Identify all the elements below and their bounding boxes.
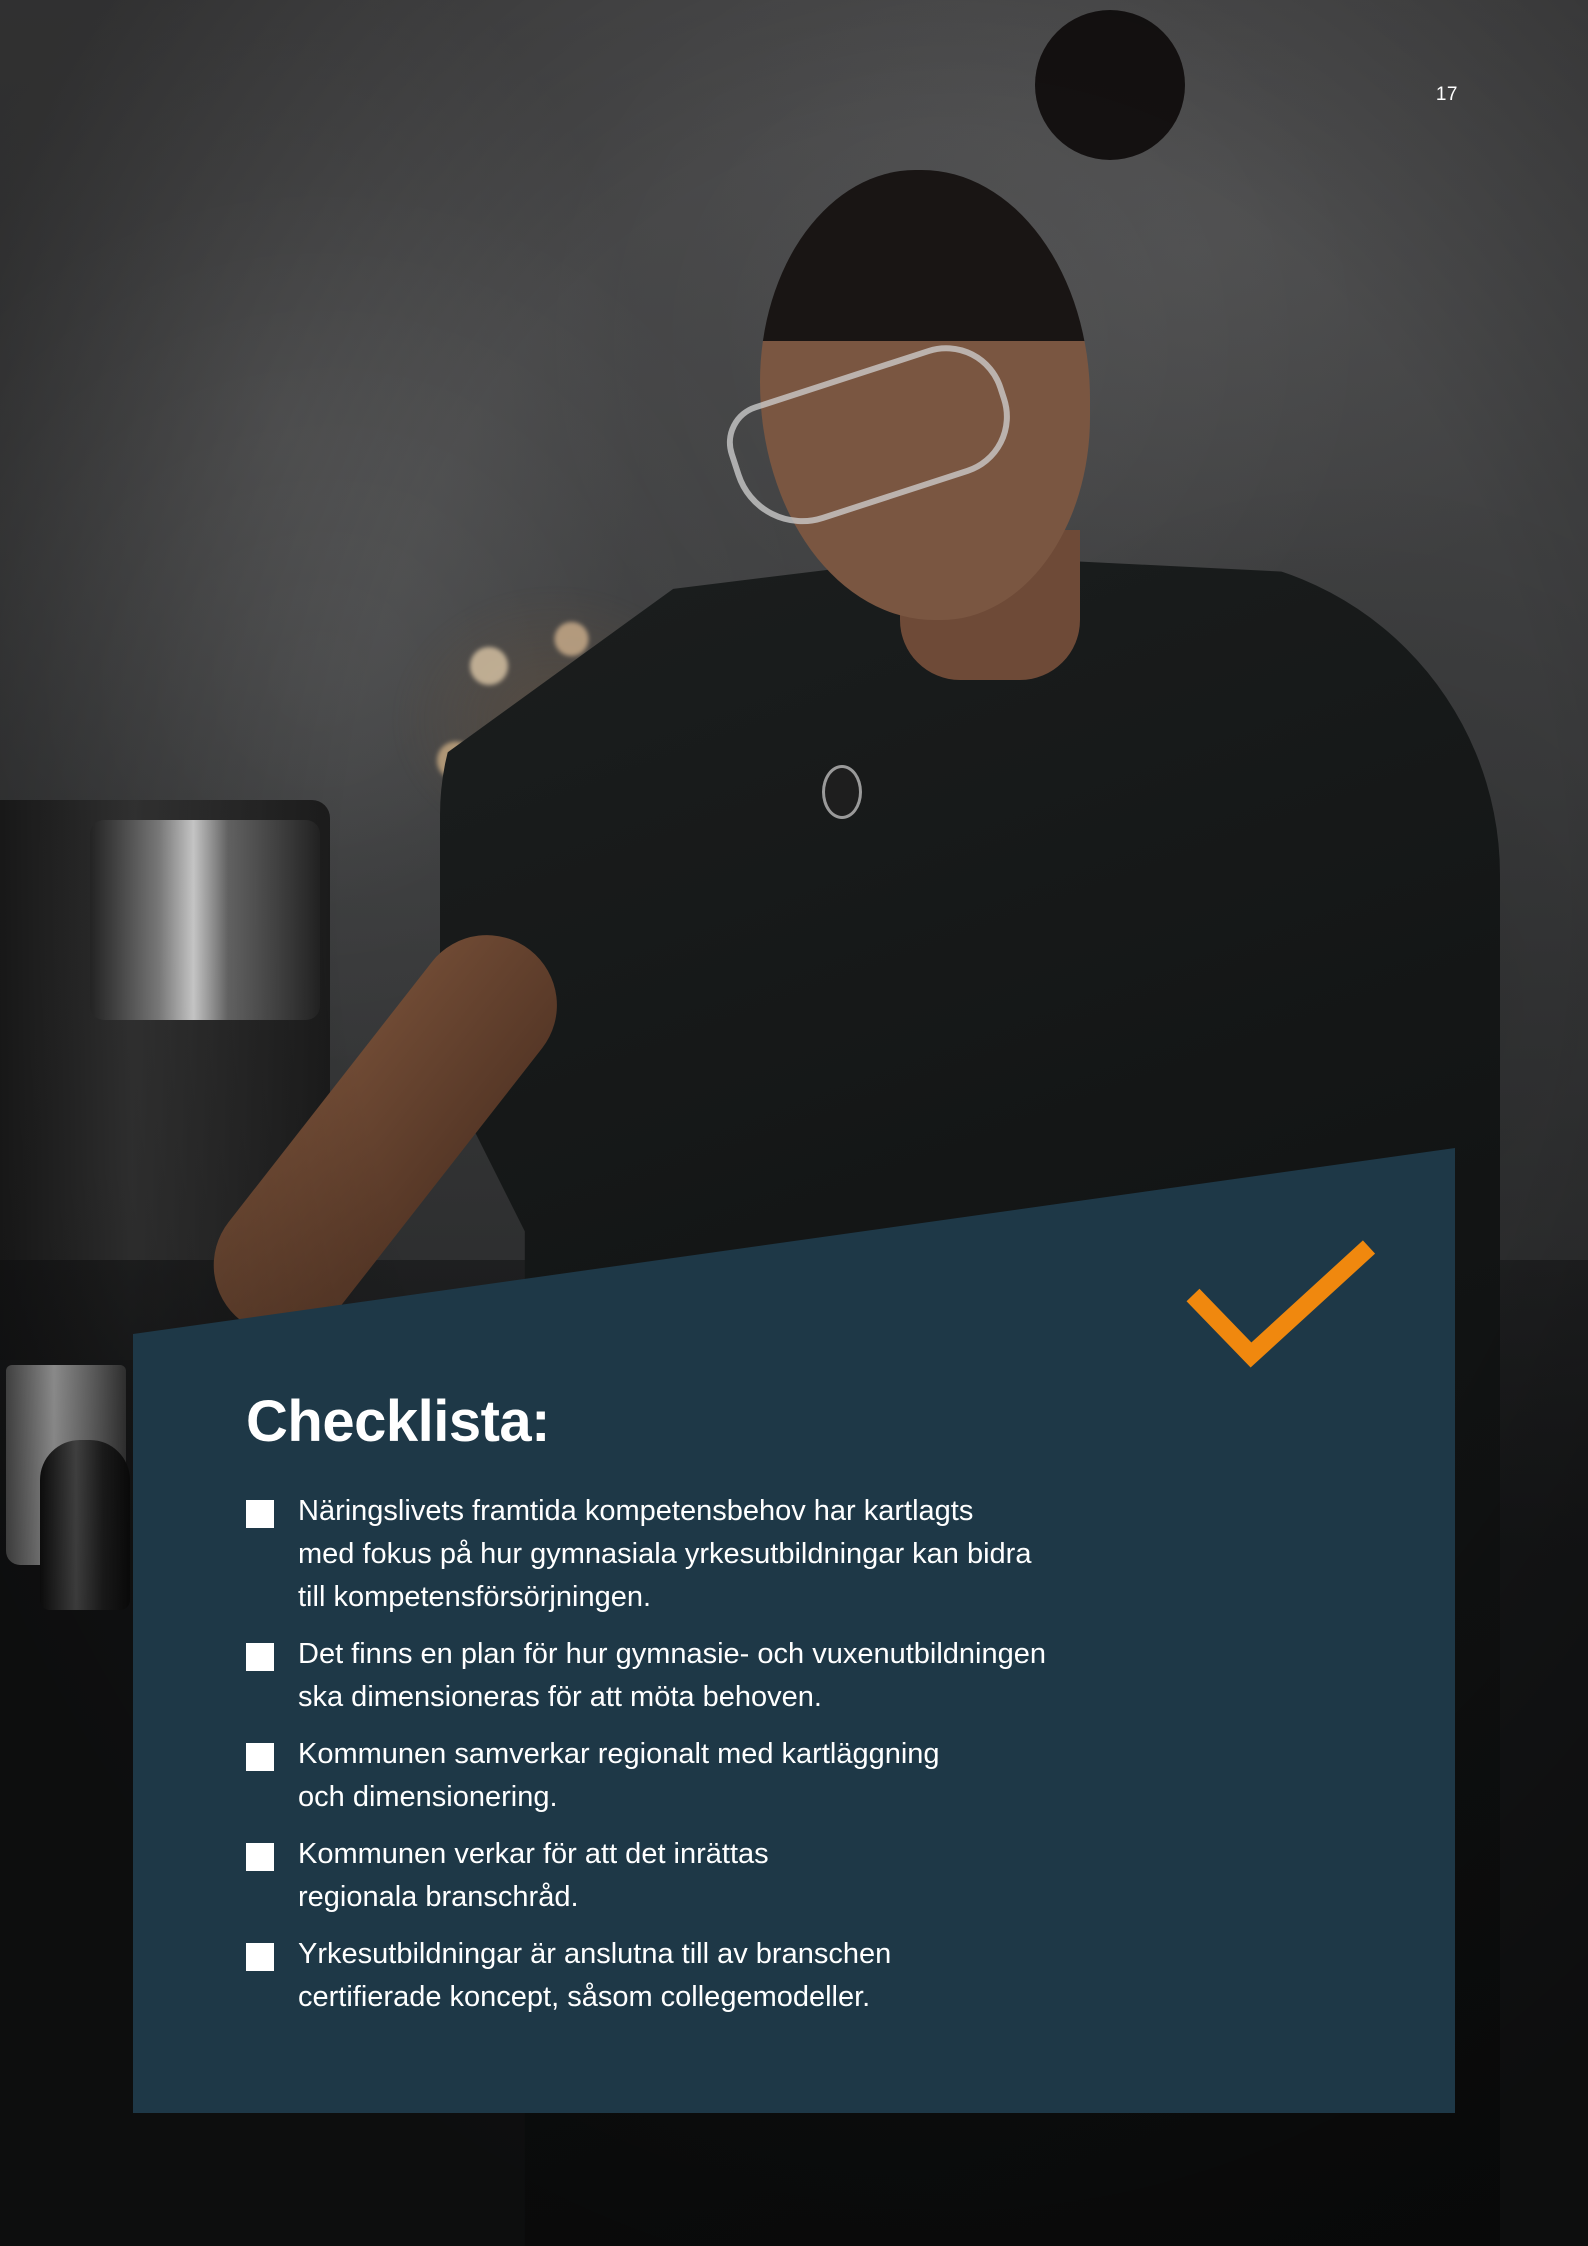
page-number: 17 (1435, 84, 1458, 105)
checklist-item-text: Kommunen samverkar regionalt med kartläg… (298, 1737, 940, 1813)
checklist: Näringslivets framtida kompetensbehov ha… (246, 1490, 1146, 2019)
checkbox-icon[interactable] (246, 1942, 274, 1971)
checklist-item-text: Det finns en plan för hur gymnasie- och … (298, 1637, 1047, 1713)
checklist-item-text: Yrkesutbildningar är anslutna till av br… (298, 1937, 892, 2013)
checkbox-icon[interactable] (246, 1642, 274, 1671)
checklist-title: Checklista: (246, 1389, 550, 1454)
checklist-item-text: Kommunen verkar för att det inrättas reg… (298, 1837, 769, 1913)
checklist-item: Yrkesutbildningar är anslutna till av br… (246, 1933, 1146, 2019)
checkmark-icon (1186, 1240, 1376, 1368)
checklist-content: Checklista: Näringslivets framtida kompe… (246, 1390, 1146, 2033)
checklist-item-text: Näringslivets framtida kompetensbehov ha… (298, 1494, 1032, 1613)
checklist-item: Det finns en plan för hur gymnasie- och … (246, 1633, 1146, 1719)
checkbox-icon[interactable] (246, 1742, 274, 1771)
checklist-item: Kommunen verkar för att det inrättas reg… (246, 1833, 1146, 1919)
checklist-item: Kommunen samverkar regionalt med kartläg… (246, 1733, 1146, 1819)
checkbox-icon[interactable] (246, 1499, 274, 1528)
checkbox-icon[interactable] (246, 1842, 274, 1871)
checklist-item: Näringslivets framtida kompetensbehov ha… (246, 1490, 1146, 1619)
